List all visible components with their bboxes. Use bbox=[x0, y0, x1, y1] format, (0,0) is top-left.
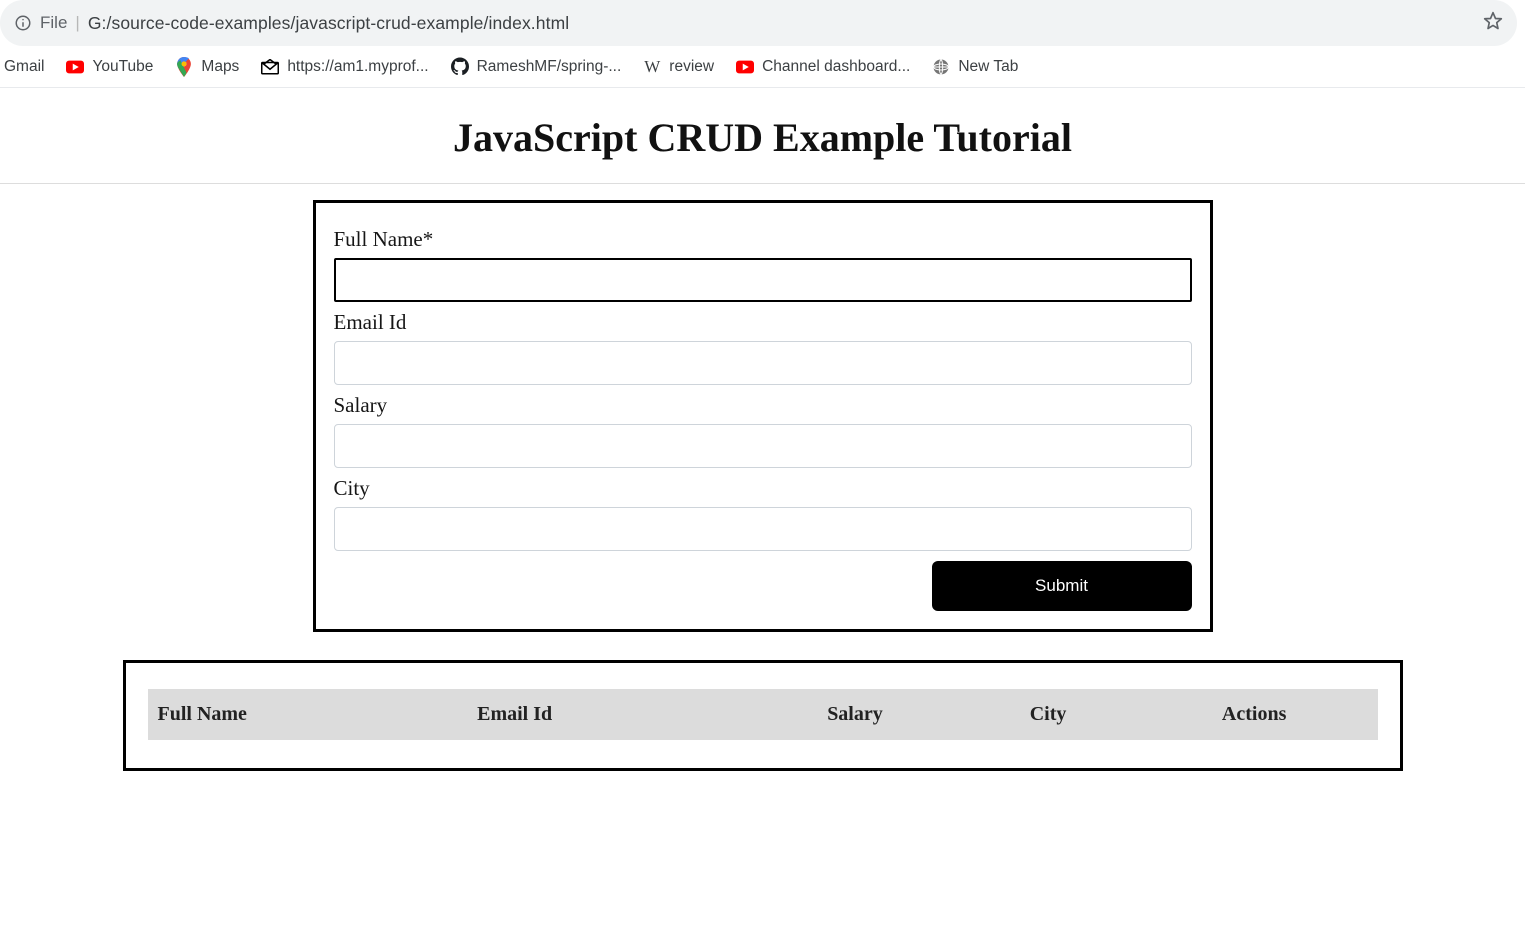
url-scheme-label: File bbox=[40, 13, 67, 33]
bookmark-item[interactable]: Wreview bbox=[643, 58, 714, 76]
bookmark-label: Gmail bbox=[4, 58, 44, 76]
salary-input[interactable] bbox=[334, 424, 1192, 468]
wikipedia-icon: W bbox=[643, 58, 661, 76]
url-text[interactable]: G:/source-code-examples/javascript-crud-… bbox=[88, 13, 1475, 34]
address-bar[interactable]: File | G:/source-code-examples/javascrip… bbox=[0, 0, 1517, 46]
bookmark-item[interactable]: Gmail bbox=[4, 58, 44, 76]
bookmark-item[interactable]: YouTube bbox=[66, 58, 153, 76]
bookmark-label: Maps bbox=[201, 58, 239, 76]
full-name-label: Full Name* bbox=[334, 227, 1192, 252]
full-name-input[interactable] bbox=[334, 258, 1192, 302]
page-title: JavaScript CRUD Example Tutorial bbox=[0, 114, 1525, 161]
bookmark-label: review bbox=[669, 58, 714, 76]
youtube-icon bbox=[736, 58, 754, 76]
email-label: Email Id bbox=[334, 310, 1192, 335]
globe-icon bbox=[932, 58, 950, 76]
bookmark-label: RameshMF/spring-... bbox=[477, 58, 622, 76]
title-divider bbox=[0, 183, 1525, 184]
table-header: Salary bbox=[745, 689, 966, 740]
bookmark-label: Channel dashboard... bbox=[762, 58, 910, 76]
maps-icon bbox=[175, 58, 193, 76]
city-input[interactable] bbox=[334, 507, 1192, 551]
table-header: City bbox=[965, 689, 1131, 740]
bookmark-label: https://am1.myprof... bbox=[287, 58, 428, 76]
bookmark-item[interactable]: Maps bbox=[175, 58, 239, 76]
bookmark-item[interactable]: https://am1.myprof... bbox=[261, 58, 428, 76]
table-header: Email Id bbox=[467, 689, 745, 740]
email-input[interactable] bbox=[334, 341, 1192, 385]
employee-table-box: Full NameEmail IdSalaryCityActions bbox=[123, 660, 1403, 771]
youtube-icon bbox=[66, 58, 84, 76]
bookmark-label: YouTube bbox=[92, 58, 153, 76]
bookmark-item[interactable]: Channel dashboard... bbox=[736, 58, 910, 76]
table-header: Full Name bbox=[148, 689, 468, 740]
city-label: City bbox=[334, 476, 1192, 501]
bookmarks-bar: Gmail YouTube Maps https://am1.myprof... Ram… bbox=[0, 46, 1525, 88]
submit-button[interactable]: Submit bbox=[932, 561, 1192, 611]
employee-form: Full Name* Email Id Salary City Submit bbox=[313, 200, 1213, 632]
github-icon bbox=[451, 58, 469, 76]
bookmark-item[interactable]: New Tab bbox=[932, 58, 1018, 76]
bookmark-star-icon[interactable] bbox=[1483, 11, 1503, 36]
mail-icon bbox=[261, 58, 279, 76]
salary-label: Salary bbox=[334, 393, 1192, 418]
table-header: Actions bbox=[1131, 689, 1378, 740]
divider: | bbox=[75, 13, 79, 33]
info-icon[interactable] bbox=[14, 14, 32, 32]
employee-table: Full NameEmail IdSalaryCityActions bbox=[148, 689, 1378, 740]
bookmark-label: New Tab bbox=[958, 58, 1018, 76]
bookmark-item[interactable]: RameshMF/spring-... bbox=[451, 58, 622, 76]
